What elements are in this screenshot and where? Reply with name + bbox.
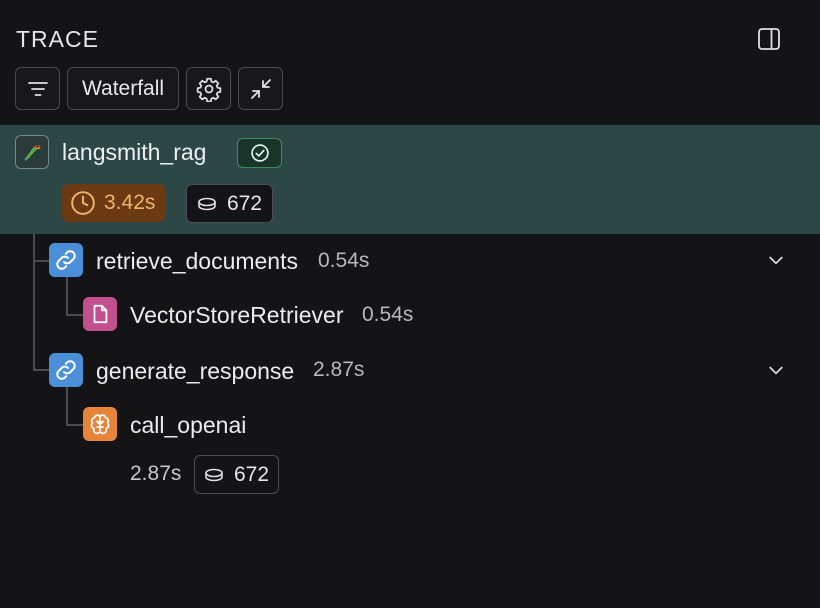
sidebar-panel-icon <box>758 28 780 50</box>
token-count: 672 <box>227 191 263 215</box>
token-badge: 672 <box>186 184 274 223</box>
run-latency: 0.54s <box>318 249 370 272</box>
view-mode-button[interactable]: Waterfall <box>67 67 180 110</box>
settings-button[interactable] <box>186 67 232 110</box>
check-circle-icon <box>250 144 269 162</box>
parrot-icon <box>15 135 49 169</box>
clock-icon <box>71 191 95 215</box>
tree-connector <box>66 277 68 315</box>
run-latency: 2.87s <box>313 358 365 381</box>
token-badge: 672 <box>194 455 280 494</box>
expand-toggle-button[interactable] <box>765 359 787 381</box>
tree-connector <box>33 260 49 262</box>
link-icon <box>49 243 83 277</box>
tree-connector <box>66 387 68 425</box>
minimize-arrows-icon <box>250 78 271 99</box>
tree-connector <box>66 314 83 316</box>
tree-connector <box>33 234 35 370</box>
brain-icon <box>83 407 117 441</box>
gear-icon <box>196 77 221 102</box>
latency-value: 3.42s <box>104 191 156 214</box>
chevron-down-icon <box>769 256 783 265</box>
document-icon <box>83 297 117 331</box>
root-run-name[interactable]: langsmith_rag <box>62 139 206 166</box>
filter-lines-icon <box>27 81 48 96</box>
filter-button[interactable] <box>15 67 60 110</box>
run-name-vectorstore-retriever[interactable]: VectorStoreRetriever <box>130 302 343 329</box>
chevron-down-icon <box>769 366 783 375</box>
run-name-retrieve-documents[interactable]: retrieve_documents <box>96 248 298 275</box>
link-icon <box>49 353 83 387</box>
run-latency: 0.54s <box>362 303 414 326</box>
expand-toggle-button[interactable] <box>765 249 787 271</box>
run-latency: 2.87s <box>130 462 182 485</box>
coin-stack-icon <box>198 197 216 210</box>
run-name-generate-response[interactable]: generate_response <box>96 358 294 385</box>
tree-connector <box>33 369 49 371</box>
coin-stack-icon <box>205 468 223 481</box>
toolbar: Waterfall <box>15 67 284 110</box>
collapse-button[interactable] <box>238 67 284 110</box>
latency-badge: 3.42s <box>62 184 166 222</box>
tree-connector <box>66 424 83 426</box>
status-badge <box>237 138 282 168</box>
run-name-call-openai[interactable]: call_openai <box>130 412 246 439</box>
token-count: 672 <box>234 462 270 486</box>
page-title: TRACE <box>16 26 99 52</box>
panel-toggle-button[interactable] <box>756 26 782 52</box>
